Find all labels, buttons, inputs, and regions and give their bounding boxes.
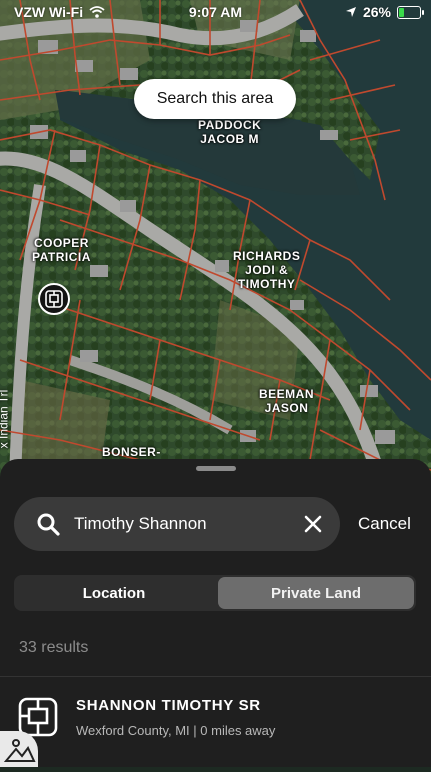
result-title: SHANNON TIMOTHY SR xyxy=(76,697,261,714)
sheet-grabber-handle[interactable] xyxy=(196,466,236,471)
search-icon xyxy=(37,513,60,536)
parcel-marker-icon[interactable] xyxy=(38,283,70,315)
search-field[interactable] xyxy=(14,497,340,551)
search-type-segmented-control: Location Private Land xyxy=(14,575,416,611)
clear-search-icon[interactable] xyxy=(302,513,324,535)
result-list-item[interactable]: SHANNON TIMOTHY SR Wexford County, MI | … xyxy=(0,677,431,757)
tab-location[interactable]: Location xyxy=(16,577,212,609)
cancel-button[interactable]: Cancel xyxy=(358,514,411,534)
owner-label-paddock[interactable]: PADDOCK JACOB M xyxy=(198,118,261,146)
result-subtitle: Wexford County, MI | 0 miles away xyxy=(76,723,276,738)
status-bar: VZW Wi-Fi 9:07 AM 26% xyxy=(0,0,431,26)
owner-label-beeman[interactable]: BEEMAN JASON xyxy=(259,387,314,415)
bottom-sheet: Cancel Location Private Land 33 results … xyxy=(0,459,431,767)
search-input[interactable] xyxy=(74,497,294,551)
road-label: x Indian Trl xyxy=(0,389,11,449)
owner-label-cooper[interactable]: COOPER PATRICIA xyxy=(32,236,91,264)
map-view[interactable]: PADDOCK JACOB M COOPER PATRICIA RICHARDS… xyxy=(0,0,431,480)
owner-label-bonser[interactable]: BONSER- xyxy=(102,445,161,459)
owner-label-richards[interactable]: RICHARDS JODI & TIMOTHY xyxy=(233,249,300,291)
battery-percent: 26% xyxy=(362,4,391,20)
search-this-area-button[interactable]: Search this area xyxy=(134,79,296,119)
app-logo-icon xyxy=(0,731,38,767)
status-right: 26% xyxy=(345,4,424,20)
results-count: 33 results xyxy=(19,639,89,656)
tab-private-land[interactable]: Private Land xyxy=(218,577,414,609)
battery-icon xyxy=(397,5,424,19)
battery-fill xyxy=(399,7,404,17)
location-arrow-icon xyxy=(345,7,356,17)
